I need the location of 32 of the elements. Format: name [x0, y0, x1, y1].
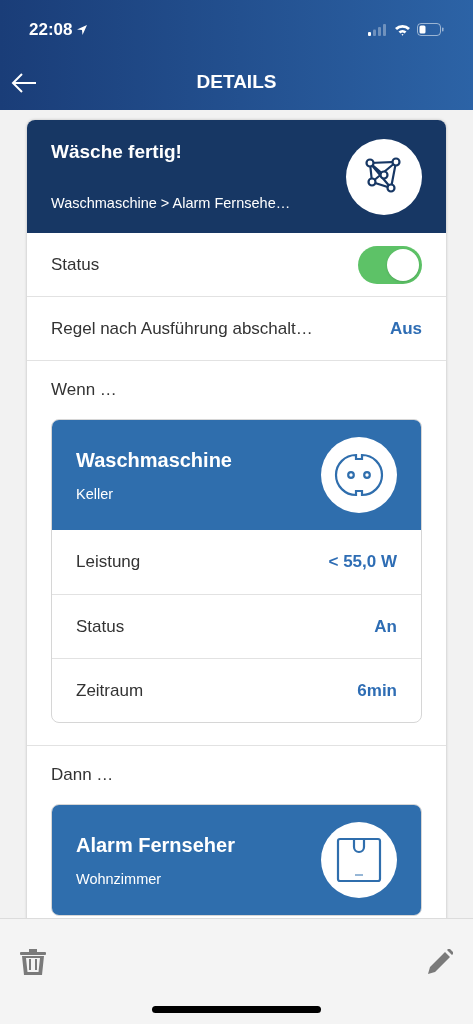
setting-label: Regel nach Ausführung abschalt…	[51, 317, 313, 340]
device-name: Alarm Fernseher	[76, 832, 235, 858]
network-icon	[346, 138, 422, 215]
section-heading: Wenn …	[51, 379, 118, 402]
status-time: 22:08	[29, 18, 73, 41]
section-heading: Dann …	[51, 764, 115, 787]
device-name: Waschmaschine	[76, 447, 232, 473]
rule-title: Wäsche fertig!	[51, 140, 183, 165]
power-socket-icon	[321, 437, 397, 513]
property-value: 6min	[357, 679, 397, 702]
battery-icon	[417, 23, 444, 36]
property-label: Leistung	[76, 551, 141, 574]
trash-icon	[19, 948, 47, 976]
back-arrow-icon	[11, 73, 37, 93]
wall-sensor-icon	[321, 822, 397, 898]
device-room: Wohnzimmer	[76, 869, 163, 889]
device-room: Keller	[76, 484, 115, 504]
property-label: Status	[76, 615, 125, 638]
location-arrow-icon	[76, 23, 89, 36]
delete-button[interactable]	[18, 947, 48, 977]
rule-subtitle: Waschmaschine > Alarm Fernsehe…	[51, 193, 291, 213]
status-toggle[interactable]	[358, 245, 422, 284]
edit-button[interactable]	[425, 947, 455, 977]
page-title: DETAILS	[196, 70, 277, 95]
pencil-icon	[427, 949, 453, 975]
property-value: < 55,0 W	[328, 551, 397, 574]
signal-icon	[368, 23, 388, 36]
setting-label: Status	[51, 253, 100, 276]
setting-value[interactable]: Aus	[389, 315, 422, 342]
property-value: An	[374, 615, 397, 638]
property-label: Zeitraum	[76, 679, 144, 702]
wifi-icon	[394, 23, 411, 36]
